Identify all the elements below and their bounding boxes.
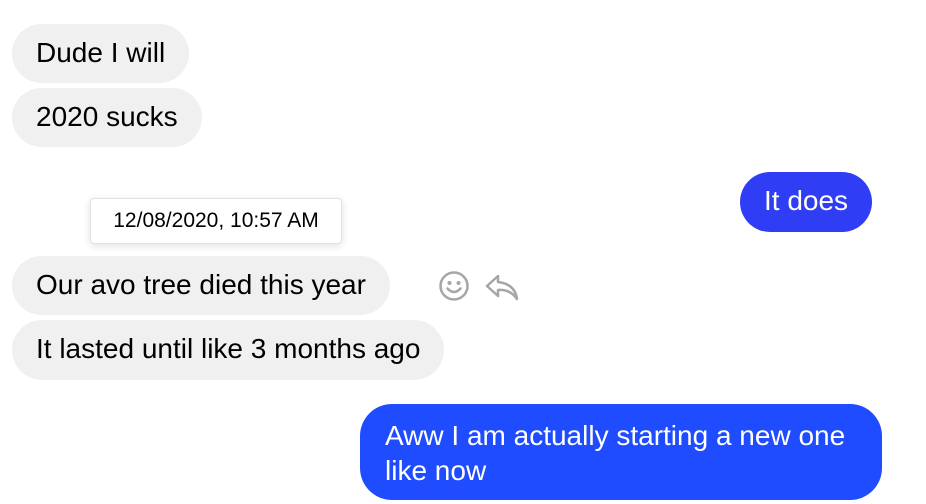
smiley-icon[interactable]: [438, 270, 470, 302]
reply-arrow-icon[interactable]: [484, 272, 520, 302]
chat-thread: Dude I will 2020 sucks It does 12/08/202…: [0, 0, 926, 504]
outgoing-message[interactable]: Aww I am actually starting a new one lik…: [360, 404, 882, 500]
incoming-message[interactable]: 2020 sucks: [12, 88, 202, 147]
incoming-message[interactable]: Dude I will: [12, 24, 190, 83]
incoming-message[interactable]: Our avo tree died this year: [12, 256, 390, 315]
outgoing-message[interactable]: It does: [740, 172, 873, 232]
incoming-message[interactable]: It lasted until like 3 months ago: [12, 320, 445, 380]
timestamp-tooltip: 12/08/2020, 10:57 AM: [90, 198, 342, 244]
